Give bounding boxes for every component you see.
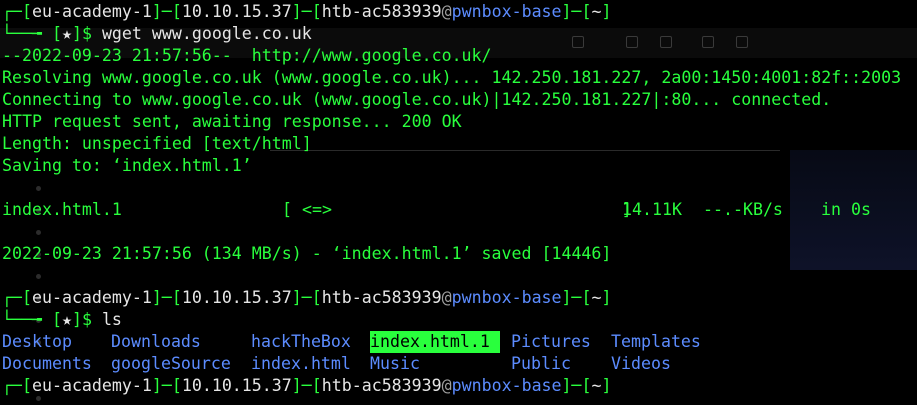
wget-request: HTTP request sent, awaiting response... … — [2, 112, 462, 131]
wget-saving: Saving to: ‘index.html.1’ — [2, 156, 252, 175]
ghost-pocket-icon — [626, 36, 638, 48]
wget-start: --2022-09-23 21:57:56-- http://www.googl… — [2, 46, 492, 65]
ls-entry-downloads: Downloads — [111, 332, 201, 351]
ls-entry-desktop: Desktop — [2, 332, 72, 351]
ghost-addon-icon — [736, 36, 748, 48]
prompt-line: ┌─[eu-academy-1]─[10.10.15.37]─[htb-ac58… — [2, 376, 612, 395]
ls-entry-music: Music — [370, 354, 420, 373]
wget-progress-rate: --.-KB/s — [703, 200, 783, 219]
ls-entry-index-html: index.html — [251, 354, 351, 373]
ghost-ublock-icon — [702, 36, 714, 48]
ls-entry-hackthebox: hackTheBox — [251, 332, 351, 351]
ghost-star-icon — [572, 36, 584, 48]
ls-entry-index-html-1: index.html.1 — [370, 331, 500, 353]
ghost-bullet — [36, 186, 41, 191]
ls-entry-videos: Videos — [611, 354, 671, 373]
ghost-rule — [270, 150, 780, 151]
command-line-ls: └──╼ [★]$ ls — [2, 310, 122, 329]
prompt-line: ┌─[eu-academy-1]─[10.10.15.37]─[htb-ac58… — [2, 2, 612, 21]
command-text: wget www.google.co.uk — [101, 24, 312, 43]
ghost-bullet — [36, 230, 41, 235]
ls-entry-public: Public — [511, 354, 571, 373]
wget-progress-bar: [ <=> ] — [282, 200, 632, 219]
prompt-line: ┌─[eu-academy-1]─[10.10.15.37]─[htb-ac58… — [2, 288, 612, 307]
terminal-window[interactable]: ┌─[eu-academy-1]─[10.10.15.37]─[htb-ac58… — [0, 0, 917, 405]
ls-entry-templates: Templates — [611, 332, 701, 351]
ghost-extension-icon — [660, 36, 672, 48]
ls-entry-documents: Documents — [2, 354, 92, 373]
wget-length: Length: unspecified [text/html] — [2, 134, 312, 153]
command-line-wget: └──╼ [★]$ wget www.google.co.uk — [2, 24, 312, 43]
wget-saved: 2022-09-23 21:57:56 (134 MB/s) - ‘index.… — [2, 244, 612, 263]
ls-entry-pictures: Pictures — [511, 332, 591, 351]
ghost-bullet — [36, 274, 41, 279]
wget-progress-eta: in 0s — [821, 200, 871, 219]
command-text: ls — [101, 310, 122, 329]
wget-progress-size: 14.11K — [622, 200, 682, 219]
wget-resolving: Resolving www.google.co.uk (www.google.c… — [2, 68, 902, 87]
wget-connecting: Connecting to www.google.co.uk (www.goog… — [2, 90, 832, 109]
ls-entry-googlesource: googleSource — [111, 354, 231, 373]
wget-progress-file: index.html.1 — [2, 200, 122, 219]
